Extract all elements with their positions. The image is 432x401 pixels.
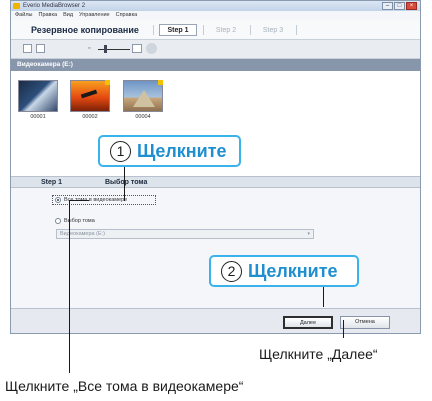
thumbnail-item[interactable]: 00004 [123,80,163,122]
close-button[interactable]: × [406,2,417,10]
divider [296,25,297,35]
menu-item-help[interactable]: Справка [116,11,138,20]
divider [250,25,251,35]
zoom-in-icon[interactable] [132,44,142,53]
next-button[interactable]: Далее [283,316,333,329]
annotation-line-all-volumes [69,200,70,373]
callout-text: Щелкните [137,141,227,161]
thumbnail-caption: 00001 [30,114,46,120]
step-tab-2: Step 2 [215,27,237,34]
all-volumes-radio[interactable] [55,197,61,203]
chevron-down-icon: ▾ [307,231,310,237]
grid-view-icon[interactable] [23,44,32,53]
menu-bar: Файлы Правка Вид Управление Справка [11,11,420,20]
mode-title: Резервное копирование [31,25,139,35]
annotation-next: Щелкните „Далее“ [259,346,378,362]
menu-item-files[interactable]: Файлы [15,11,32,20]
status-flag-icon [158,80,163,85]
annotation-line-next [343,320,344,338]
divider [153,25,154,35]
zoom-slider[interactable] [98,49,130,50]
volume-select-value: Видеокамера (E:) [60,231,105,237]
step-tab-1: Step 1 [159,24,197,36]
menu-item-manage[interactable]: Управление [79,11,110,20]
callout-1-pointer [124,167,125,201]
status-flag-icon [105,80,110,85]
video-thumbnail-image [123,80,163,112]
options-panel: Все тома в видеокамере Выбор тома Видеок… [11,188,420,308]
maximize-button[interactable]: □ [394,2,405,10]
settings-icon [146,43,157,54]
menu-item-edit[interactable]: Правка [38,11,57,20]
thumbnail-caption: 00004 [135,114,151,120]
title-bar: Everio MediaBrowser 2 – □ × [11,1,420,11]
select-volume-radio[interactable] [55,218,61,224]
step-label: Step 1 [41,179,63,186]
callout-1: 1 Щелкните [98,135,241,167]
menu-item-view[interactable]: Вид [63,11,73,20]
video-thumbnail-image [70,80,110,112]
list-view-icon[interactable] [36,44,45,53]
zoom-slider-handle[interactable] [104,45,107,53]
volume-select[interactable]: Видеокамера (E:) ▾ [56,229,314,239]
thumbnail-caption: 00002 [82,114,98,120]
step-tab-3: Step 3 [262,27,284,34]
annotation-line-all-volumes [69,200,89,201]
window-title: Everio MediaBrowser 2 [23,3,86,9]
minimize-button[interactable]: – [382,2,393,10]
divider [203,25,204,35]
step-title: Выбор тома [105,179,148,186]
step-number-badge: 1 [110,141,131,162]
annotation-all-volumes: Щелкните „Все тома в видеокамере“ [5,378,244,394]
step-bar: Резервное копирование Step 1 Step 2 Step… [11,20,420,40]
cancel-button[interactable]: Отмена [340,316,390,329]
callout-2-pointer [323,287,324,307]
thumbnail-item[interactable]: 00002 [70,80,110,122]
zoom-out-icon[interactable]: ▫ [88,45,90,52]
thumbnail-item[interactable]: 00001 [18,80,58,122]
toolbar: ▫ [11,40,420,59]
app-icon [13,3,20,9]
step-section-header: Step 1 Выбор тома [11,176,420,188]
window-controls: – □ × [382,2,417,10]
source-header: Видеокамера (E:) [11,59,420,71]
step-number-badge: 2 [221,261,242,282]
bottom-bar: Далее Отмена [11,308,420,333]
callout-text: Щелкните [248,261,338,281]
video-thumbnail-image [18,80,58,112]
callout-2: 2 Щелкните [209,255,359,287]
